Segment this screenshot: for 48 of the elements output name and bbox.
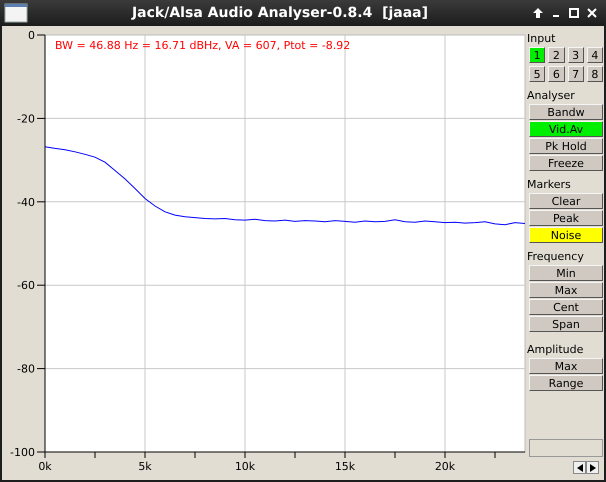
toggle-button[interactable]: 7 <box>568 66 584 82</box>
toggle-button[interactable]: Vid.Av <box>529 121 603 137</box>
section-label: Frequency <box>527 249 585 264</box>
toggle-button[interactable]: Peak <box>529 210 603 226</box>
left-arrow-icon <box>576 464 582 472</box>
toggle-button[interactable]: 5 <box>529 66 546 82</box>
toggle-button[interactable]: Pk Hold <box>529 138 603 154</box>
y-tick-label: -100 <box>10 446 35 459</box>
x-tick-label: 15k <box>334 460 356 473</box>
y-tick-label: 0 <box>28 29 35 42</box>
toggle-button[interactable]: Bandw <box>529 104 603 120</box>
toggle-button[interactable]: Cent <box>529 299 603 315</box>
y-tick-label: -60 <box>17 279 35 292</box>
measurement-readout: BW = 46.88 Hz = 16.71 dBHz, VA = 607, Ptot = -8.92 <box>55 38 350 54</box>
x-tick-label: 20k <box>434 460 456 473</box>
toggle-button[interactable]: 6 <box>548 66 564 82</box>
window-title: Jack/Alsa Audio Analyser-0.8.4 [jaaa] <box>130 4 430 22</box>
toggle-button[interactable]: 2 <box>548 47 564 63</box>
toggle-button[interactable]: 4 <box>586 47 603 63</box>
toggle-button[interactable]: 3 <box>568 47 584 63</box>
close-icon[interactable] <box>586 7 598 19</box>
section-label: Amplitude <box>527 342 584 357</box>
toggle-button[interactable]: Max <box>529 358 603 374</box>
toggle-button[interactable]: Range <box>529 375 603 391</box>
toggle-button[interactable]: 8 <box>586 66 603 82</box>
scroll-left-button[interactable] <box>573 461 586 474</box>
toggle-button[interactable]: 1 <box>529 47 546 63</box>
maximize-icon[interactable] <box>568 7 580 19</box>
toggle-button[interactable]: Max <box>529 282 603 298</box>
right-arrow-icon <box>590 464 596 472</box>
toggle-button[interactable]: Clear <box>529 193 603 209</box>
window-icon[interactable] <box>4 3 28 23</box>
toggle-button[interactable]: Noise <box>529 227 603 243</box>
x-tick-label: 5k <box>138 460 152 473</box>
input-field[interactable] <box>529 439 603 457</box>
section-label: Input <box>527 31 556 46</box>
toggle-button[interactable]: Min <box>529 265 603 281</box>
section-label: Analyser <box>527 88 576 103</box>
arrow-up-icon[interactable] <box>532 7 544 19</box>
x-tick-label: 0k <box>38 460 52 473</box>
section-label: Markers <box>527 177 572 192</box>
y-tick-label: -40 <box>17 196 35 209</box>
x-tick-label: 10k <box>234 460 256 473</box>
y-tick-label: -20 <box>17 112 35 126</box>
toggle-button[interactable]: Span <box>529 316 603 332</box>
toggle-button[interactable]: Freeze <box>529 155 603 171</box>
y-tick-label: -80 <box>17 362 35 376</box>
scroll-right-button[interactable] <box>586 461 599 474</box>
